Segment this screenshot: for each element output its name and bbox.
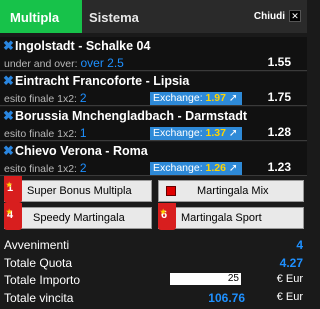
tab-multipla[interactable]: Multipla [0,0,82,33]
bet-odd: 1.28 [267,125,291,139]
badge-6: ★ 6 [158,203,176,230]
remove-bet-icon[interactable]: ✖ [3,143,14,159]
exchange-value: 1.26 [205,162,226,174]
bet-odd: 1.75 [267,90,291,104]
super-bonus-multipla-button[interactable]: ★ 1 Super Bonus Multipla [4,176,152,203]
close-link[interactable]: Chiudi [254,11,285,22]
promo-label: Speedy Martingala [33,212,125,224]
arrow-up-icon: ➚ [228,127,238,139]
badge-4: ★ 4 [4,203,22,230]
summary-quota: Totale Quota 4.27 [0,256,307,270]
exchange-badge[interactable]: Exchange: 1.97 ➚ [150,92,242,105]
star-icon: ★ [6,182,13,189]
summary-label: Totale vincita [4,291,74,305]
exchange-value: 1.37 [205,127,226,139]
summary-avvenimenti: Avvenimenti 4 [0,238,307,252]
tab-sistema[interactable]: Sistema [89,10,139,25]
bet-pick: 2 [79,91,87,105]
arrow-up-icon: ➚ [228,92,238,104]
promo-label: Super Bonus Multipla [27,185,132,197]
summary-label: Avvenimenti [4,238,70,252]
summary-importo: Totale Importo € Eur [0,273,307,287]
bet-odd: 1.23 [267,160,291,174]
summary-value: 4 [296,238,303,252]
red-square-icon [166,186,176,196]
bet-row: ✖ Eintracht Francoforte - Lipsia esito f… [0,72,307,106]
bet-pick: over 2.5 [80,56,124,70]
bet-row: ✖ Chievo Verona - Roma esito finale 1x2:… [0,142,307,176]
remove-bet-icon[interactable]: ✖ [3,73,14,89]
stake-input[interactable] [170,273,241,285]
close-icon[interactable]: ✕ [289,10,301,22]
promo-label: Martingala Mix [197,185,269,197]
bet-row: ✖ Ingolstadt - Schalke 04 under and over… [0,37,307,71]
promo-label: Martingala Sport [181,212,262,224]
summary-label: Totale Importo [4,273,81,287]
currency-unit: € Eur [276,291,303,303]
remove-bet-icon[interactable]: ✖ [3,108,14,124]
bet-match: Chievo Verona - Roma [15,144,148,158]
speedy-martingala-button[interactable]: ★ 4 Speedy Martingala [4,203,152,230]
bet-market: esito finale 1x2: 1 [4,126,87,140]
exchange-value: 1.97 [205,92,226,104]
bet-odd: 1.55 [267,55,291,69]
bet-match: Ingolstadt - Schalke 04 [15,39,151,53]
bet-row: ✖ Borussia Mnchengladbach - Darmstadt es… [0,107,307,141]
bet-market: under and over: over 2.5 [4,56,124,70]
star-icon: ★ [160,209,167,216]
bet-pick: 1 [79,126,87,140]
bet-match: Borussia Mnchengladbach - Darmstadt [15,109,247,123]
bet-slip-tabs: Multipla Sistema Chiudi ✕ [0,0,307,33]
summary-value: 4.27 [279,256,303,270]
summary-value: 106.76 [208,291,245,305]
exchange-badge[interactable]: Exchange: 1.37 ➚ [150,127,242,140]
bet-match: Eintracht Francoforte - Lipsia [15,74,190,88]
summary-label: Totale Quota [4,256,73,270]
exchange-badge[interactable]: Exchange: 1.26 ➚ [150,162,242,175]
remove-bet-icon[interactable]: ✖ [3,38,14,54]
bet-market: esito finale 1x2: 2 [4,161,87,175]
currency-unit: € Eur [276,273,303,285]
arrow-up-icon: ➚ [228,162,238,174]
summary-vincita: Totale vincita 106.76 € Eur [0,291,307,305]
bet-market: esito finale 1x2: 2 [4,91,87,105]
martingala-sport-button[interactable]: ★ 6 Martingala Sport [158,203,304,230]
star-icon: ★ [6,209,13,216]
badge-1: ★ 1 [4,176,22,203]
bet-pick: 2 [79,161,87,175]
martingala-mix-button[interactable]: Martingala Mix [158,180,304,202]
